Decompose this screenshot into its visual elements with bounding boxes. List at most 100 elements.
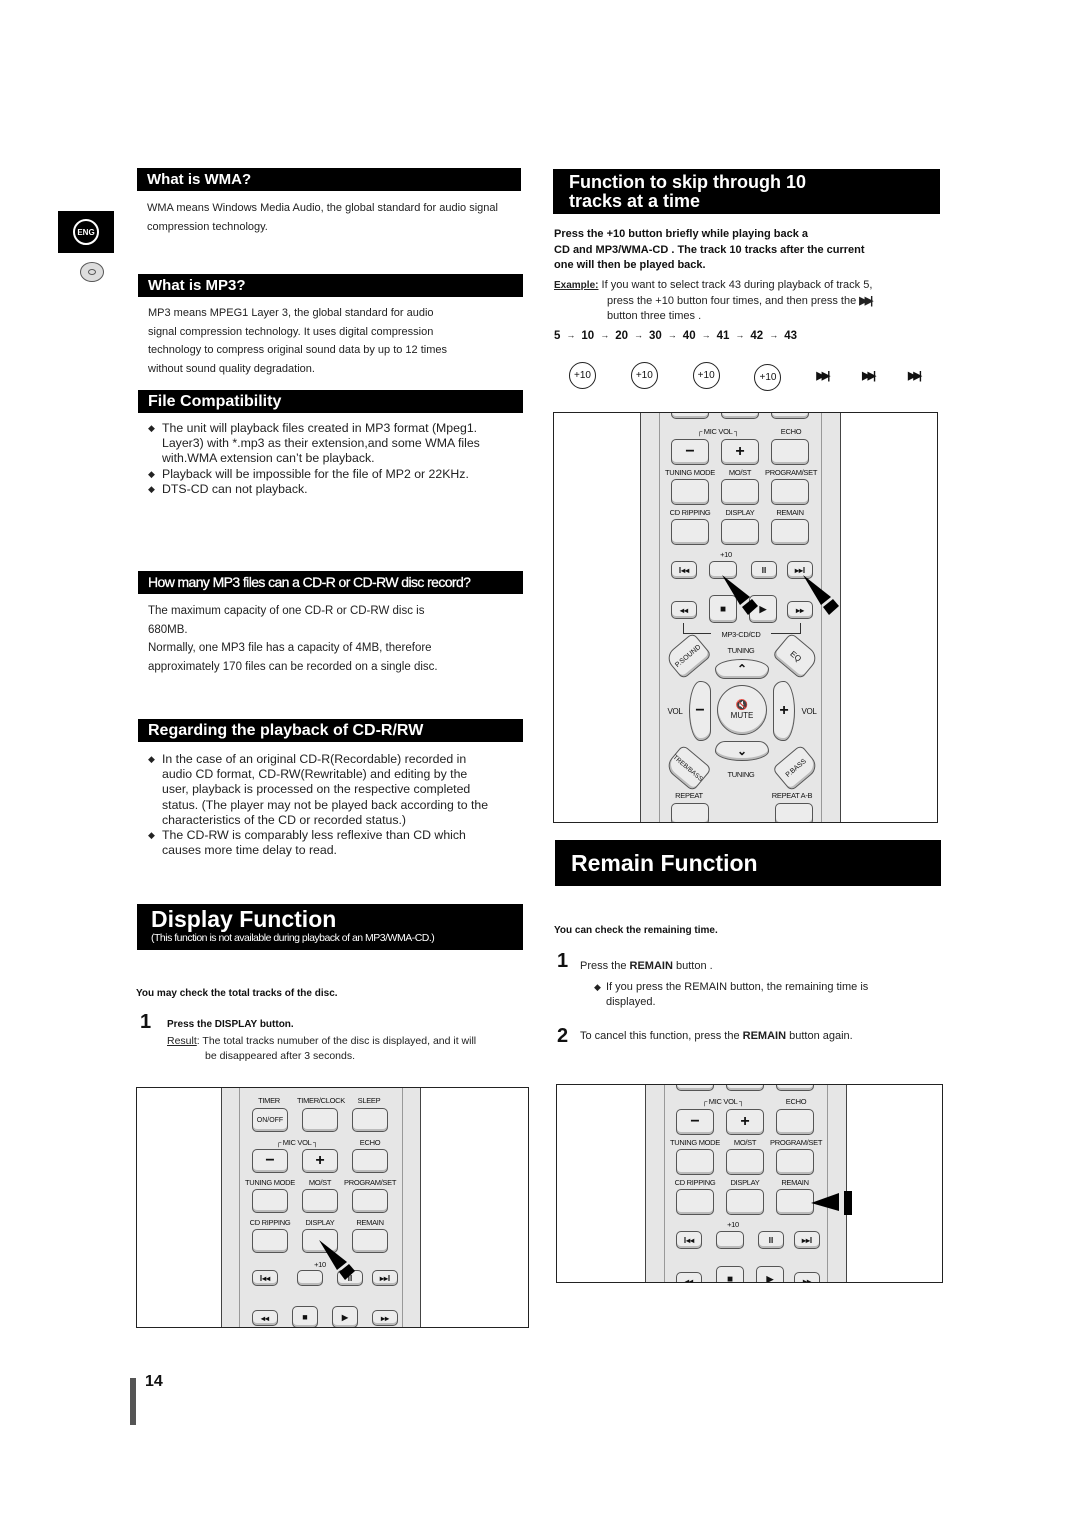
rewind-button[interactable]: ◂◂ bbox=[252, 1310, 278, 1326]
stop-button[interactable]: ■ bbox=[292, 1306, 318, 1327]
fast-forward-button[interactable]: ▸▸ bbox=[794, 1272, 820, 1282]
list-item: The unit will playback files created in … bbox=[148, 421, 508, 467]
skip-example: Example: If you want to select track 43 … bbox=[554, 279, 873, 322]
wma-section-header: What is WMA? bbox=[137, 168, 521, 191]
capacity-description: The maximum capacity of one CD-R or CD-R… bbox=[148, 605, 438, 673]
mute-icon: 🔇 bbox=[735, 700, 749, 711]
mp3-section-header: What is MP3? bbox=[138, 274, 523, 297]
echo-button[interactable] bbox=[771, 439, 809, 465]
list-item: DTS-CD can not playback. bbox=[148, 482, 508, 497]
mic-vol-plus-button[interactable]: + bbox=[302, 1149, 338, 1173]
vol-up-button[interactable]: + bbox=[773, 681, 795, 741]
remain-button[interactable] bbox=[352, 1229, 388, 1253]
program-set-button[interactable] bbox=[776, 1149, 814, 1175]
vol-down-button[interactable]: − bbox=[689, 681, 711, 741]
repeat-button[interactable] bbox=[671, 803, 709, 822]
list-item: Playback will be impossible for the file… bbox=[148, 467, 508, 482]
remain-step1-number: 1 bbox=[557, 950, 569, 972]
echo-button[interactable] bbox=[352, 1149, 388, 1173]
remain-step2-number: 2 bbox=[557, 1025, 569, 1047]
next-track-button[interactable]: ▸▸I bbox=[372, 1270, 398, 1286]
mic-vol-plus-button[interactable]: + bbox=[721, 439, 759, 465]
cd-ripping-button[interactable] bbox=[676, 1189, 714, 1215]
plus10-button[interactable] bbox=[716, 1231, 744, 1249]
list-item: The CD-RW is comparably less reflexive t… bbox=[148, 828, 496, 858]
remain-step1-note: If you press the REMAIN button, the rema… bbox=[594, 980, 914, 1010]
language-badge: ENG bbox=[58, 211, 114, 253]
page-number: 14 bbox=[145, 1373, 163, 1390]
echo-button[interactable] bbox=[776, 1109, 814, 1135]
skip-section-header: Function to skip through 10 tracks at a … bbox=[553, 169, 940, 214]
remain-function-header: Remain Function bbox=[555, 840, 941, 886]
display-step-number: 1 bbox=[140, 1011, 152, 1033]
skip-next-icon: ▶▶| bbox=[859, 294, 873, 307]
list-item: In the case of an original CD-R(Recordab… bbox=[148, 752, 496, 828]
pointer-arrow-icon bbox=[803, 575, 839, 615]
page-marker-bar bbox=[130, 1378, 136, 1425]
mic-vol-plus-button[interactable]: + bbox=[726, 1109, 764, 1135]
display-button[interactable] bbox=[721, 519, 759, 545]
prev-track-button[interactable]: I◂◂ bbox=[676, 1231, 702, 1249]
remote-illustration-remain: ┌ MIC VOL ┐ ECHO − + TUNING MODE MO/ST P… bbox=[556, 1084, 943, 1283]
program-set-button[interactable] bbox=[352, 1189, 388, 1213]
pause-button[interactable]: II bbox=[758, 1231, 784, 1249]
remain-button[interactable] bbox=[771, 519, 809, 545]
compatibility-list: The unit will playback files created in … bbox=[148, 421, 508, 497]
pointer-arrow-icon bbox=[811, 1191, 852, 1215]
tuning-up-button[interactable]: ⌃ bbox=[715, 659, 769, 679]
mo-st-button[interactable] bbox=[721, 479, 759, 505]
display-function-header: Display Function (This function is not a… bbox=[137, 904, 523, 950]
rewind-button[interactable]: ◂◂ bbox=[676, 1272, 702, 1282]
stop-button[interactable]: ■ bbox=[716, 1266, 744, 1282]
plus10-press-icon: +10 bbox=[754, 364, 782, 391]
cdrw-section-header: Regarding the playback of CD-R/RW bbox=[138, 719, 523, 742]
button-press-sequence: +10 +10 +10 +10 ▶▶| ▶▶| ▶▶| bbox=[569, 360, 922, 391]
on-off-button[interactable]: ON/OFF bbox=[252, 1108, 288, 1132]
mo-st-button[interactable] bbox=[726, 1149, 764, 1175]
capacity-section-header: How many MP3 files can a CD-R or CD-RW d… bbox=[138, 571, 523, 594]
disc-icon bbox=[80, 262, 104, 282]
pointer-arrow-icon bbox=[319, 1240, 355, 1280]
remain-step2-text: To cancel this function, press the REMAI… bbox=[580, 1030, 853, 1042]
prev-track-button[interactable]: I◂◂ bbox=[671, 561, 697, 579]
display-function-subtitle: (This function is not available during p… bbox=[151, 932, 435, 944]
display-function-title: Display Function bbox=[151, 906, 337, 932]
mp3-description: MP3 means MPEG1 Layer 3, the global stan… bbox=[148, 307, 448, 375]
remote-illustration-display: TIMER TIMER/CLOCK SLEEP ON/OFF ┌ MIC VOL… bbox=[136, 1087, 529, 1328]
display-result: Result: The total tracks numuber of the … bbox=[167, 1035, 477, 1062]
display-step-text: Press the DISPLAY button. bbox=[167, 1019, 294, 1030]
timer-clock-button[interactable] bbox=[302, 1108, 338, 1132]
tuning-mode-button[interactable] bbox=[252, 1189, 288, 1213]
next-track-button[interactable]: ▸▸I bbox=[794, 1231, 820, 1249]
wma-description: WMA means Windows Media Audio, the globa… bbox=[147, 202, 498, 233]
tuning-down-button[interactable]: ⌄ bbox=[715, 741, 769, 761]
mute-button[interactable]: 🔇 MUTE bbox=[717, 685, 767, 735]
remain-step1-text: Press the REMAIN button . bbox=[580, 960, 713, 972]
play-button[interactable]: ▶ bbox=[332, 1306, 358, 1327]
prev-track-button[interactable]: I◂◂ bbox=[252, 1270, 278, 1286]
tuning-mode-button[interactable] bbox=[676, 1149, 714, 1175]
rewind-button[interactable]: ◂◂ bbox=[671, 601, 697, 619]
plus10-press-icon: +10 bbox=[692, 362, 720, 389]
tuning-mode-button[interactable] bbox=[671, 479, 709, 505]
repeat-ab-button[interactable] bbox=[775, 803, 813, 822]
mic-vol-minus-button[interactable]: − bbox=[676, 1109, 714, 1135]
mo-st-button[interactable] bbox=[302, 1189, 338, 1213]
sleep-button[interactable] bbox=[352, 1108, 388, 1132]
display-button[interactable] bbox=[726, 1189, 764, 1215]
skip-intro: Press the +10 button briefly while playi… bbox=[554, 228, 865, 271]
fast-forward-button[interactable]: ▸▸ bbox=[372, 1310, 398, 1326]
skip-next-icon: ▶▶| bbox=[862, 370, 876, 382]
play-button[interactable]: ▶ bbox=[756, 1266, 784, 1282]
display-intro: You may check the total tracks of the di… bbox=[136, 988, 338, 999]
pointer-arrow-icon bbox=[722, 575, 758, 615]
skip-next-icon: ▶▶| bbox=[816, 370, 830, 382]
cd-ripping-button[interactable] bbox=[671, 519, 709, 545]
remote-illustration-skip: ┌ MIC VOL ┐ ECHO − + TUNING MODE MO/ST P… bbox=[553, 412, 938, 823]
cd-ripping-button[interactable] bbox=[252, 1229, 288, 1253]
plus10-press-icon: +10 bbox=[630, 362, 658, 389]
mic-vol-minus-button[interactable]: − bbox=[671, 439, 709, 465]
plus10-press-icon: +10 bbox=[569, 362, 596, 389]
program-set-button[interactable] bbox=[771, 479, 809, 505]
mic-vol-minus-button[interactable]: − bbox=[252, 1149, 288, 1173]
